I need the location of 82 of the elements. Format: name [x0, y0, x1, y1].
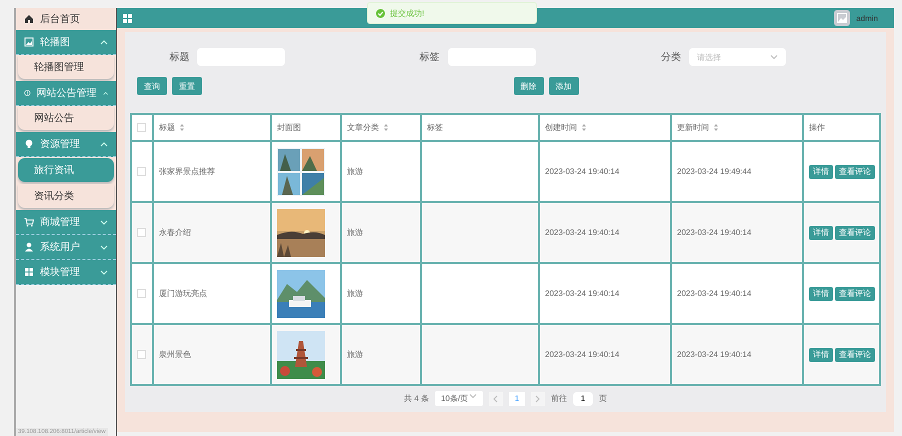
menu-icon — [123, 14, 132, 22]
table-cell: 2023-03-24 19:40:14 — [671, 324, 803, 385]
chevron-down-icon — [468, 393, 477, 399]
user-icon — [24, 242, 34, 252]
next-page-button[interactable] — [530, 392, 545, 406]
caret-up-icon — [100, 140, 108, 148]
table-cell: 永春介绍 — [153, 202, 271, 263]
delete-button[interactable]: 删除 — [514, 77, 544, 95]
sort-icon — [179, 123, 185, 132]
table-cell: 旅游 — [341, 202, 421, 263]
field-label: 标签 — [420, 50, 440, 64]
menu-item[interactable]: 网站公告管理 — [16, 81, 116, 106]
details-button[interactable]: 详情 — [809, 226, 833, 240]
caret-up-icon — [102, 90, 108, 96]
home-link[interactable]: 后台首页 — [16, 8, 116, 30]
add-button[interactable]: 添加 — [548, 77, 579, 95]
reset-button[interactable]: 重置 — [172, 77, 202, 95]
menu-item[interactable]: 轮播图 — [16, 30, 116, 55]
chevron-left-icon — [493, 394, 498, 402]
caret-down-icon — [100, 218, 108, 226]
cart-icon — [24, 217, 34, 227]
submenu-item[interactable]: 轮播图管理 — [18, 55, 114, 79]
prev-page-button[interactable] — [488, 392, 503, 406]
page-number[interactable]: 1 — [508, 392, 525, 406]
chevron-down-icon — [770, 54, 778, 60]
submenu-item[interactable]: 网站公告 — [18, 106, 114, 130]
column-header: 标签 — [427, 123, 443, 132]
column-header: 操作 — [809, 123, 825, 132]
avatar[interactable] — [834, 10, 850, 26]
total-count: 共 4 条 — [404, 393, 429, 404]
field-label: 标题 — [169, 50, 190, 64]
image-icon — [837, 13, 848, 23]
column-header[interactable]: 创建时间 — [545, 123, 587, 132]
goto-label: 前往 — [550, 393, 567, 404]
caret-up-icon — [100, 38, 108, 46]
comments-button[interactable]: 查看评论 — [835, 348, 875, 362]
menu-item[interactable]: 商城管理 — [16, 210, 116, 235]
grid-icon — [24, 267, 34, 277]
column-header[interactable]: 标题 — [159, 123, 185, 132]
column-header[interactable]: 更新时间 — [677, 123, 719, 132]
row-checkbox[interactable] — [137, 228, 146, 238]
table-cell: 旅游 — [341, 324, 421, 385]
comments-button[interactable]: 查看评论 — [835, 286, 875, 300]
image-icon — [24, 37, 34, 47]
table-cell: 2023-03-24 19:40:14 — [671, 202, 803, 263]
success-icon — [376, 8, 385, 18]
comments-button[interactable]: 查看评论 — [835, 226, 875, 240]
table-cell: 2023-03-24 19:40:14 — [539, 202, 671, 263]
success-toast: 提交成功! — [367, 2, 537, 24]
row-checkbox[interactable] — [137, 289, 146, 298]
sort-icon — [383, 123, 389, 132]
user-name[interactable]: admin — [856, 14, 878, 22]
details-button[interactable]: 详情 — [809, 348, 833, 362]
row-checkbox[interactable] — [137, 167, 146, 176]
sort-icon — [713, 123, 719, 132]
column-header[interactable]: 文章分类 — [347, 123, 389, 132]
submenu-item[interactable]: 资讯分类 — [18, 184, 114, 208]
home-icon — [24, 14, 34, 24]
details-button[interactable]: 详情 — [809, 164, 833, 178]
page-input[interactable]: 1 — [572, 392, 593, 406]
caret-down-icon — [100, 244, 108, 250]
chevron-right-icon — [535, 394, 540, 402]
menu-item[interactable]: 系统用户 — [16, 235, 116, 260]
comments-button[interactable]: 查看评论 — [835, 164, 875, 178]
table-cell: 泉州景色 — [153, 324, 271, 385]
select-all-checkbox[interactable] — [137, 123, 146, 132]
details-button[interactable]: 详情 — [809, 286, 833, 300]
caret-down-icon — [100, 268, 108, 276]
column-header: 封面图 — [277, 123, 301, 132]
menu-item[interactable]: 资源管理 — [16, 132, 116, 157]
info-icon — [24, 88, 31, 98]
search-button[interactable]: 查询 — [137, 77, 167, 95]
bulb-icon — [24, 139, 34, 149]
page-unit: 页 — [598, 393, 607, 404]
table-cell: 2023-03-24 19:40:14 — [539, 324, 671, 385]
page-size-select[interactable]: 10条/页 — [434, 391, 483, 406]
sort-icon — [581, 123, 587, 132]
submenu-item[interactable]: 旅行资讯 — [18, 158, 114, 182]
row-checkbox[interactable] — [137, 350, 146, 360]
category-select[interactable]: 请选择 — [688, 48, 786, 66]
field-label: 分类 — [660, 50, 681, 64]
menu-item[interactable]: 模块管理 — [16, 260, 116, 285]
